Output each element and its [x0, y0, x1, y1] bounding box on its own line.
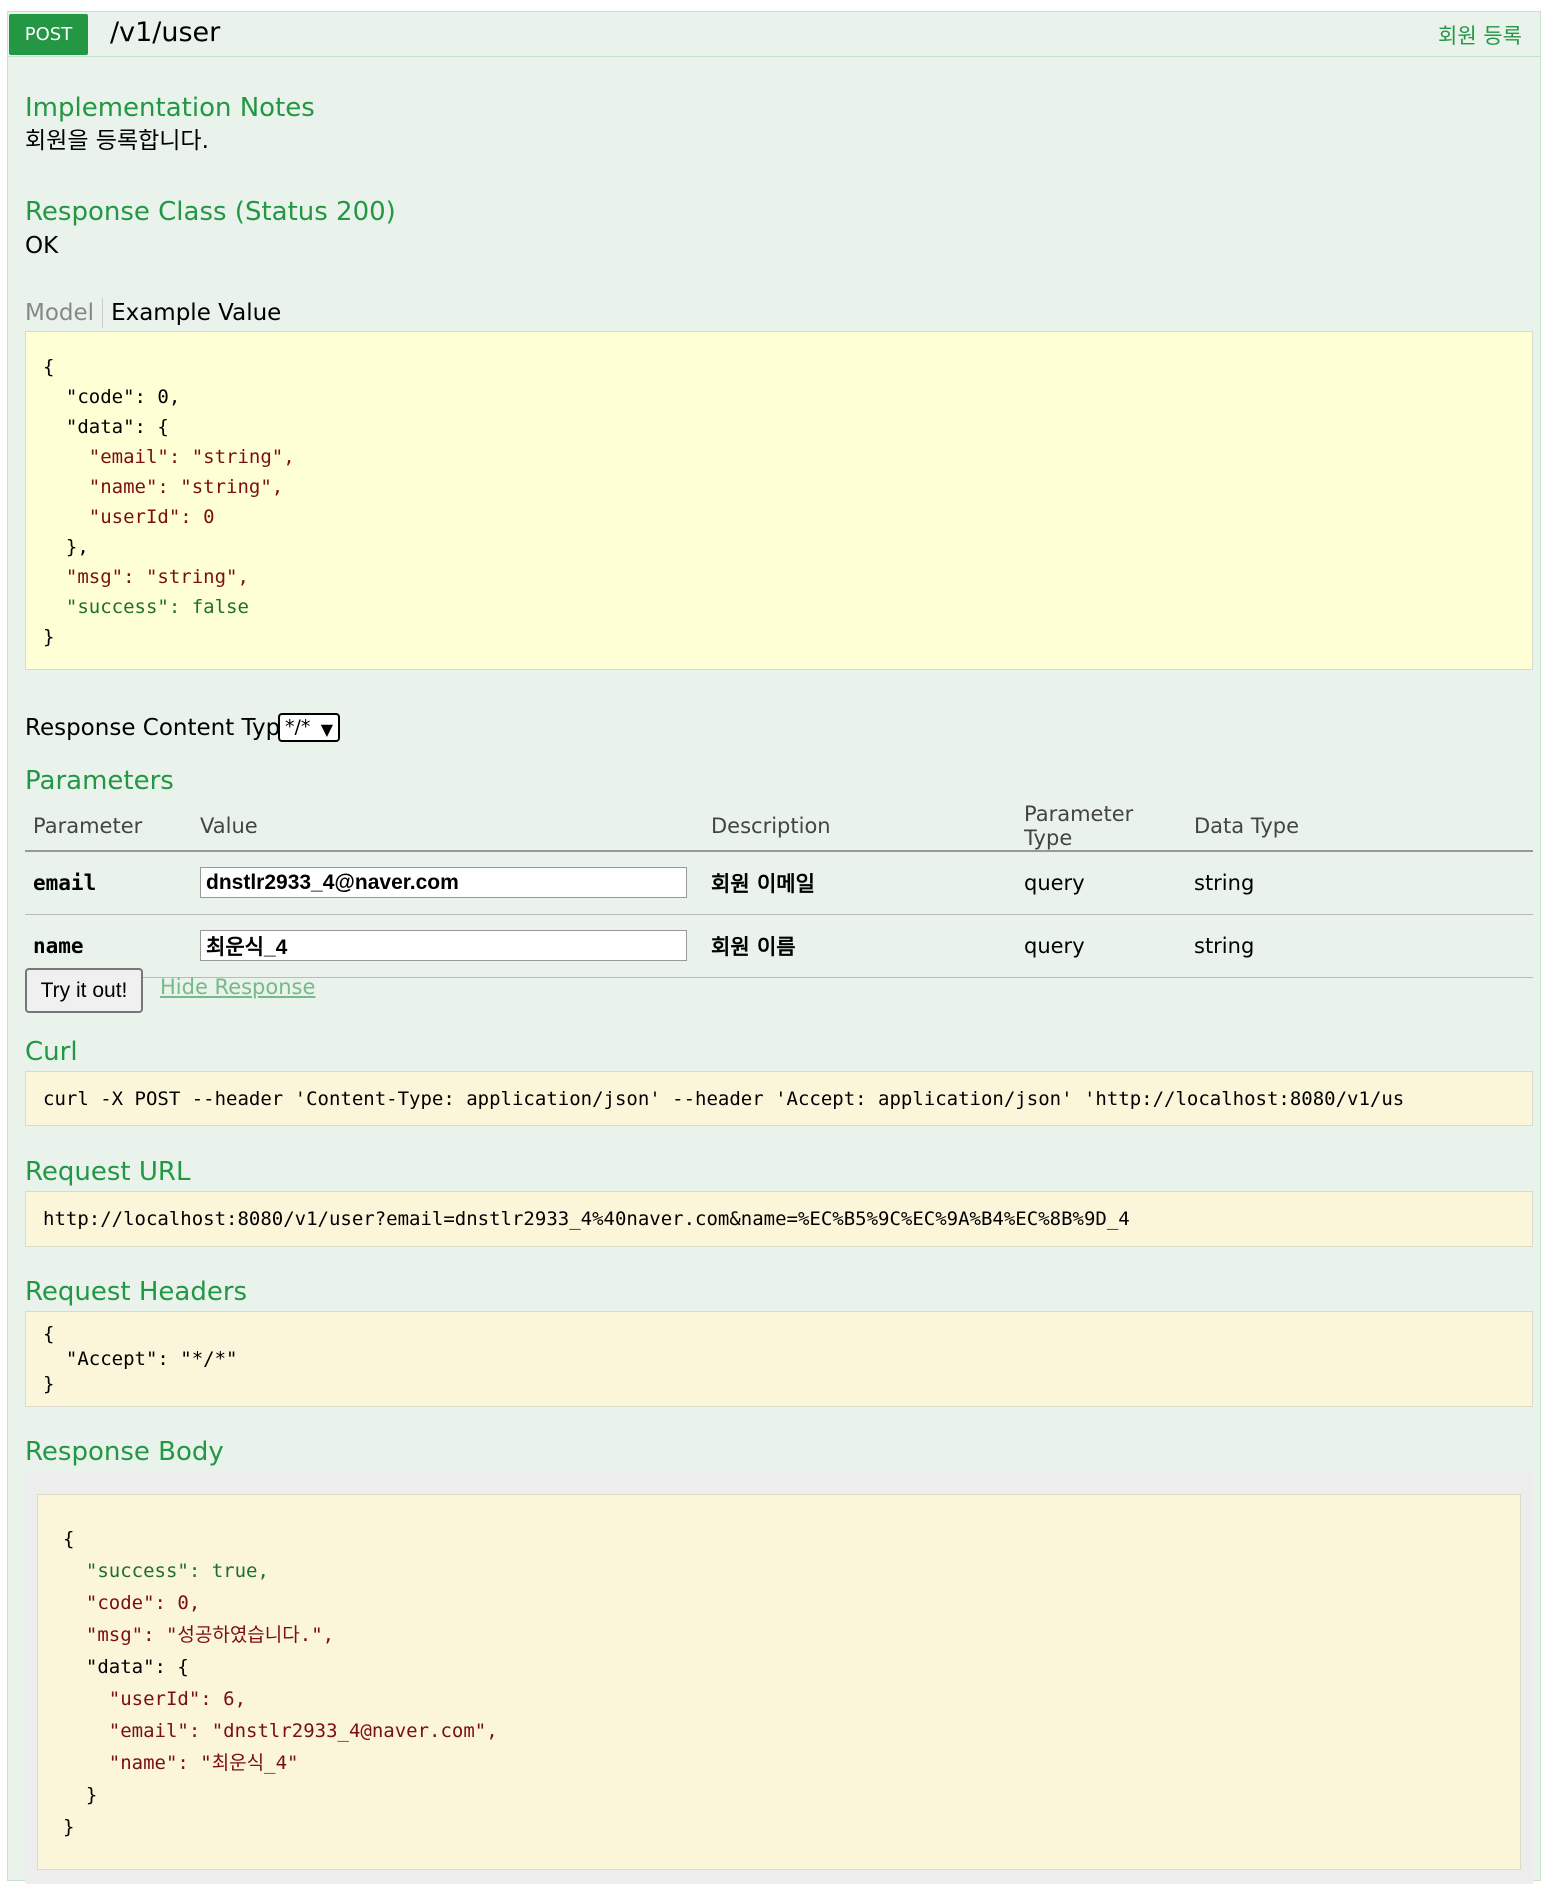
- column-header: Description: [703, 802, 1016, 852]
- param-description: 회원 이름: [703, 914, 1016, 978]
- parameters-heading: Parameters: [25, 766, 174, 796]
- table-row: name 회원 이름 query string: [25, 914, 1533, 978]
- response-content-type-label: Response Content Type: [25, 715, 295, 741]
- response-body-json[interactable]: { "success": true, "code": 0, "msg": "성공…: [37, 1494, 1521, 1870]
- curl-heading: Curl: [25, 1037, 78, 1067]
- tab-example-value[interactable]: Example Value: [103, 298, 289, 328]
- code-line: "data": {: [43, 416, 169, 438]
- param-name: email: [25, 851, 192, 915]
- code-line: {: [63, 1528, 75, 1550]
- response-status-text: OK: [25, 233, 59, 259]
- code-line: "userId": 6,: [63, 1688, 247, 1710]
- code-line: "msg": "성공하였습니다.",: [63, 1624, 335, 1646]
- code-line: {: [43, 1323, 55, 1345]
- endpoint-path[interactable]: /v1/user: [110, 16, 220, 50]
- code-line: "name": "string",: [43, 476, 284, 498]
- operation-heading[interactable]: POST /v1/user 회원 등록: [8, 12, 1540, 57]
- http-method-badge[interactable]: POST: [9, 14, 88, 55]
- operation-panel: POST /v1/user 회원 등록 Implementation Notes…: [7, 11, 1541, 1884]
- code-line: "Accept": "*/*": [43, 1348, 238, 1370]
- request-url-heading: Request URL: [25, 1157, 191, 1187]
- curl-command[interactable]: curl -X POST --header 'Content-Type: app…: [25, 1071, 1533, 1126]
- code-line: }: [43, 626, 55, 648]
- code-line: "data": {: [63, 1656, 189, 1678]
- code-line: "userId": 0: [43, 506, 215, 528]
- code-line: "msg": "string",: [43, 566, 249, 588]
- implementation-notes-heading: Implementation Notes: [25, 93, 315, 123]
- code-line: },: [43, 536, 89, 558]
- code-line: {: [43, 356, 55, 378]
- try-it-out-button[interactable]: Try it out!: [25, 968, 143, 1013]
- model-tabs: Model Example Value: [25, 293, 289, 333]
- operation-summary[interactable]: 회원 등록: [1438, 22, 1522, 50]
- request-url-value[interactable]: http://localhost:8080/v1/user?email=dnst…: [25, 1191, 1533, 1247]
- table-header-row: Parameter Value Description Parameter Ty…: [25, 802, 1533, 852]
- response-body-container: { "success": true, "code": 0, "msg": "성공…: [25, 1472, 1533, 1884]
- param-value-cell: [192, 851, 703, 915]
- column-header: Data Type: [1186, 802, 1533, 852]
- code-line: "code": 0,: [43, 386, 181, 408]
- code-line: "success": true,: [63, 1560, 269, 1582]
- code-line: "success": false: [43, 596, 249, 618]
- email-field[interactable]: [200, 867, 687, 899]
- param-type: query: [1016, 914, 1186, 978]
- param-value-cell: [192, 914, 703, 978]
- code-line: "email": "string",: [43, 446, 295, 468]
- param-data-type: string: [1186, 851, 1533, 915]
- param-data-type: string: [1186, 914, 1533, 978]
- request-headers-heading: Request Headers: [25, 1277, 248, 1307]
- parameters-table: Parameter Value Description Parameter Ty…: [25, 802, 1533, 978]
- code-line: }: [63, 1784, 98, 1806]
- column-header: Value: [192, 802, 703, 852]
- code-line: "code": 0,: [63, 1592, 201, 1614]
- hide-response-link[interactable]: Hide Response: [160, 973, 315, 1001]
- column-header: Parameter Type: [1016, 802, 1186, 852]
- response-body-heading: Response Body: [25, 1437, 224, 1467]
- response-class-heading: Response Class (Status 200): [25, 197, 396, 227]
- chevron-down-icon: ▼: [320, 720, 333, 739]
- code-line: "email": "dnstlr2933_4@naver.com",: [63, 1720, 498, 1742]
- tab-model[interactable]: Model: [25, 298, 104, 328]
- example-value-json: { "code": 0, "data": { "email": "string"…: [25, 331, 1533, 670]
- table-row: email 회원 이메일 query string: [25, 851, 1533, 915]
- name-field[interactable]: [200, 930, 687, 961]
- implementation-notes-text: 회원을 등록합니다.: [25, 128, 209, 154]
- response-content-type-select[interactable]: */* ▼: [278, 713, 340, 742]
- column-header: Parameter: [25, 802, 192, 852]
- code-line: }: [63, 1816, 75, 1838]
- request-headers-json: { "Accept": "*/*" }: [25, 1311, 1533, 1407]
- code-line: "name": "최운식_4": [63, 1752, 299, 1774]
- param-description: 회원 이메일: [703, 851, 1016, 915]
- content-type-selected: */*: [285, 716, 311, 738]
- code-line: }: [43, 1373, 55, 1395]
- param-type: query: [1016, 851, 1186, 915]
